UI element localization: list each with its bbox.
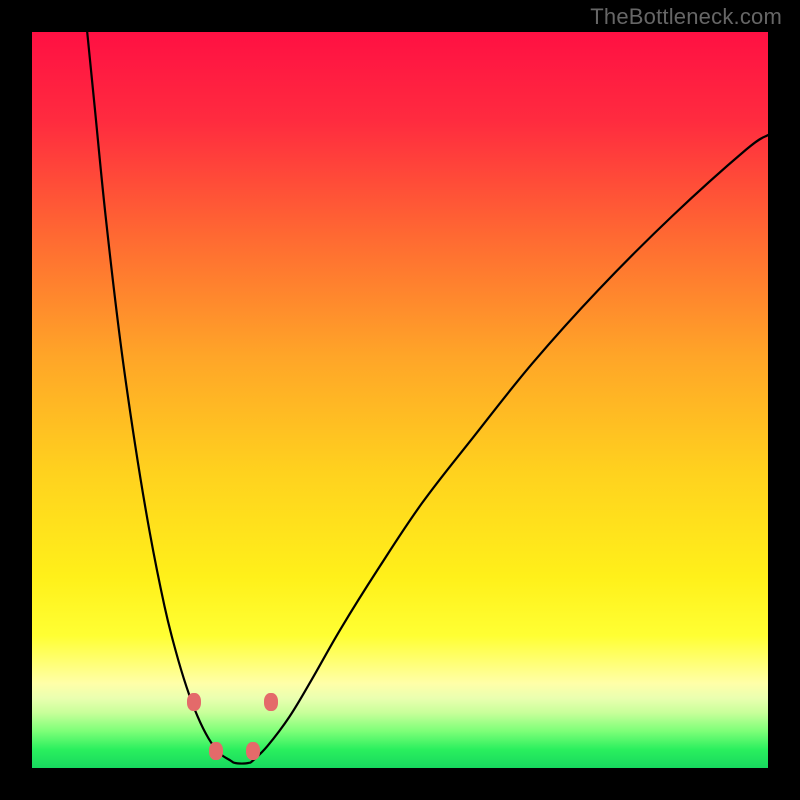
marker-right-lower xyxy=(246,742,260,760)
curve-layer xyxy=(32,32,768,768)
bottleneck-curve xyxy=(87,32,768,764)
watermark-text: TheBottleneck.com xyxy=(590,4,782,30)
plot-area xyxy=(32,32,768,768)
marker-left-upper xyxy=(187,693,201,711)
marker-left-lower xyxy=(209,742,223,760)
chart-frame: TheBottleneck.com xyxy=(0,0,800,800)
marker-right-upper xyxy=(264,693,278,711)
